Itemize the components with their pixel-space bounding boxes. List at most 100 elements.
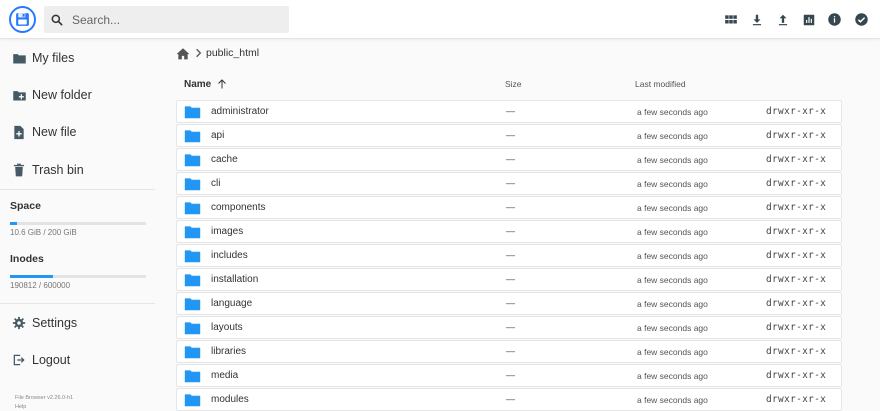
file-modified: a few seconds ago [637,395,708,405]
file-modified: a few seconds ago [637,203,708,213]
file-size: — [506,202,515,212]
column-header-size[interactable]: Size [505,74,522,94]
file-modified: a few seconds ago [637,299,708,309]
logout-icon [11,352,27,368]
sidebar-item-new-file[interactable]: New file [0,114,155,150]
file-size: — [506,226,515,236]
file-permissions: drwxr-xr-x [766,298,827,309]
folder-icon [184,322,201,335]
sidebar-item-logout[interactable]: Logout [0,342,155,378]
file-row[interactable]: language — a few seconds ago drwxr-xr-x [176,292,842,315]
file-modified: a few seconds ago [637,275,708,285]
inodes-usage-bar [10,275,146,278]
new-file-icon [11,124,27,140]
upload-icon[interactable] [774,11,791,28]
divider [0,189,155,190]
sidebar-item-label: New folder [32,88,92,102]
file-modified: a few seconds ago [637,155,708,165]
info-icon[interactable] [826,11,843,28]
divider [0,303,155,304]
new-folder-icon [11,87,27,103]
space-usage-fill [10,222,18,225]
file-name: cache [211,154,238,165]
bar-chart-icon[interactable] [800,11,817,28]
folder-icon [184,130,201,143]
file-modified: a few seconds ago [637,371,708,381]
file-row[interactable]: installation — a few seconds ago drwxr-xr-x [176,268,842,291]
file-name: libraries [211,346,247,357]
file-modified: a few seconds ago [637,131,708,141]
file-row[interactable]: layouts — a few seconds ago drwxr-xr-x [176,316,842,339]
app-logo[interactable] [9,6,36,33]
inodes-title: Inodes [10,253,44,265]
sidebar-item-new-folder[interactable]: New folder [0,77,155,113]
search-input[interactable] [72,12,272,27]
folder-icon [184,394,201,407]
file-row[interactable]: api — a few seconds ago drwxr-xr-x [176,124,842,147]
sidebar-item-label: Logout [32,353,71,367]
chevron-right-icon [195,48,202,58]
sidebar-item-trash-bin[interactable]: Trash bin [0,152,155,188]
column-header-last-modified[interactable]: Last modified [635,74,686,94]
trash-icon [11,162,27,178]
folder-icon [184,250,201,263]
file-name: cli [211,178,221,189]
file-row[interactable]: cli — a few seconds ago drwxr-xr-x [176,172,842,195]
folder-icon [184,154,201,167]
file-modified: a few seconds ago [637,227,708,237]
help-link[interactable]: Help [15,404,26,410]
file-size: — [506,130,515,140]
select-check-icon[interactable] [853,11,870,28]
file-size: — [506,298,515,308]
search-icon [51,14,63,25]
file-modified: a few seconds ago [637,107,708,117]
file-name: administrator [211,106,269,117]
file-permissions: drwxr-xr-x [766,370,827,381]
file-row[interactable]: media — a few seconds ago drwxr-xr-x [176,364,842,387]
file-modified: a few seconds ago [637,323,708,333]
folder-icon [184,202,201,215]
file-name: includes [211,250,248,261]
version-text: File Browser v2.26.0-h1 [15,395,74,401]
inodes-usage-fill [10,275,54,278]
file-row[interactable]: cache — a few seconds ago drwxr-xr-x [176,148,842,171]
file-size: — [506,394,515,404]
download-icon[interactable] [748,11,765,28]
home-icon[interactable] [176,47,190,60]
sidebar-item-my-files[interactable]: My files [0,40,155,76]
file-row[interactable]: libraries — a few seconds ago drwxr-xr-x [176,340,842,363]
file-row[interactable]: components — a few seconds ago drwxr-xr-x [176,196,842,219]
sidebar-item-settings[interactable]: Settings [0,305,155,341]
space-usage-bar [10,222,146,225]
file-permissions: drwxr-xr-x [766,154,827,165]
file-size: — [506,322,515,332]
file-permissions: drwxr-xr-x [766,274,827,285]
file-permissions: drwxr-xr-x [766,394,827,405]
search-box[interactable] [44,6,289,33]
column-header-name[interactable]: Name [184,74,228,94]
file-permissions: drwxr-xr-x [766,346,827,357]
grid-view-icon[interactable] [722,11,739,28]
file-permissions: drwxr-xr-x [766,322,827,333]
file-name: language [211,298,253,309]
file-modified: a few seconds ago [637,179,708,189]
file-name: images [211,226,244,237]
sidebar-item-label: New file [32,125,77,139]
breadcrumb: public_html [176,45,259,61]
folder-icon [184,106,201,119]
file-permissions: drwxr-xr-x [766,202,827,213]
file-size: — [506,178,515,188]
file-size: — [506,346,515,356]
gear-icon [11,315,27,331]
file-row[interactable]: administrator — a few seconds ago drwxr-xr-… [176,100,842,123]
sidebar-item-label: My files [32,51,75,65]
sidebar-item-label: Settings [32,316,78,330]
file-row[interactable]: includes — a few seconds ago drwxr-xr-x [176,244,842,267]
file-name: api [211,130,225,141]
folder-icon [184,274,201,287]
file-row[interactable]: images — a few seconds ago drwxr-xr-x [176,220,842,243]
breadcrumb-item[interactable]: public_html [206,47,259,59]
folder-icon [184,178,201,191]
sort-arrow-up-icon [218,79,227,89]
file-row[interactable]: modules — a few seconds ago drwxr-xr-x [176,388,842,411]
